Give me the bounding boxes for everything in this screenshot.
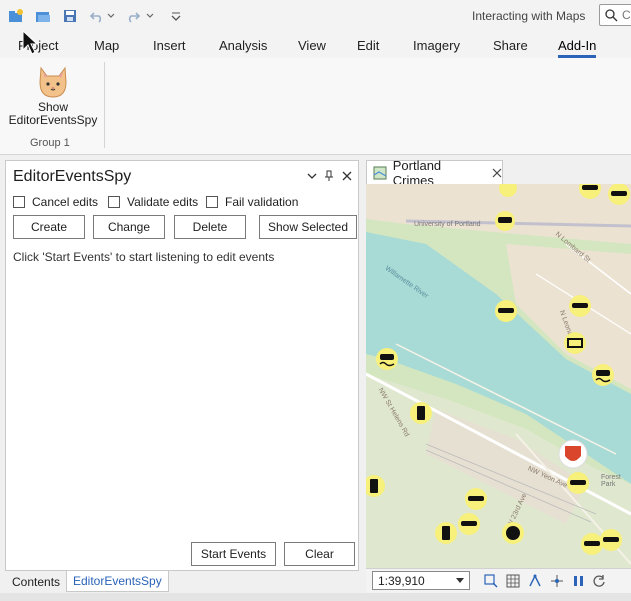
- checkbox-label: Validate edits: [127, 195, 199, 209]
- checkbox-label: Cancel edits: [32, 195, 99, 209]
- refresh-icon[interactable]: [591, 573, 607, 589]
- group-divider: [104, 62, 105, 148]
- bus-symbol[interactable]: [495, 211, 515, 231]
- burglary-symbol[interactable]: [465, 488, 487, 510]
- mouse-cursor-icon: [22, 30, 38, 55]
- map-icon: [373, 166, 387, 179]
- assault-symbol[interactable]: [502, 522, 524, 544]
- redo-dropdown-icon[interactable]: [145, 6, 155, 26]
- command-search-input[interactable]: C: [599, 4, 631, 26]
- burglary-symbol[interactable]: [581, 533, 603, 555]
- change-button[interactable]: Change: [93, 215, 165, 239]
- drug-symbol[interactable]: [410, 402, 432, 424]
- pane-title: EditorEventsSpy: [13, 168, 132, 185]
- command-search-placeholder: C: [622, 8, 631, 22]
- command-search-icon: [605, 9, 618, 22]
- tab-map[interactable]: Map: [94, 38, 119, 53]
- status-strip: [0, 593, 631, 601]
- crime-symbols-layer: [366, 184, 630, 555]
- app-title: Interacting with Maps: [472, 9, 586, 23]
- tab-add-in[interactable]: Add-In: [558, 38, 597, 58]
- redo-icon[interactable]: [123, 6, 143, 26]
- map-tab-bar: Portland Crimes: [366, 158, 631, 188]
- tab-contents[interactable]: Contents: [6, 571, 66, 592]
- show-selected-button[interactable]: Show Selected: [259, 215, 357, 239]
- fail-validation-checkbox[interactable]: Fail validation: [206, 195, 298, 209]
- burglary-symbol[interactable]: [458, 513, 480, 535]
- customize-qat-icon[interactable]: [166, 6, 186, 26]
- burglary-symbol[interactable]: [579, 184, 601, 199]
- money-symbol[interactable]: [564, 332, 586, 354]
- quick-access-toolbar: Interacting with Maps C: [0, 0, 631, 32]
- new-project-icon[interactable]: [6, 6, 26, 26]
- validate-edits-checkbox[interactable]: Validate edits: [108, 195, 198, 209]
- burglary-symbol[interactable]: [567, 472, 589, 494]
- tab-share[interactable]: Share: [493, 38, 528, 53]
- checkbox-box[interactable]: [13, 196, 25, 208]
- burglary-symbol[interactable]: [569, 295, 591, 317]
- ribbon: Show EditorEventsSpy Group 1: [0, 58, 631, 155]
- show-button-label-line2: EditorEventsSpy: [8, 113, 98, 127]
- undo-icon[interactable]: [87, 6, 107, 26]
- tab-editoreventsspy[interactable]: EditorEventsSpy: [66, 571, 169, 592]
- grid-icon[interactable]: [505, 573, 521, 589]
- save-project-icon[interactable]: [60, 6, 80, 26]
- snapping-icon[interactable]: [527, 573, 543, 589]
- map-tab-title: Portland Crimes: [392, 157, 442, 188]
- tab-insert[interactable]: Insert: [153, 38, 186, 53]
- checkbox-box[interactable]: [108, 196, 120, 208]
- burglary-symbol[interactable]: [499, 184, 517, 197]
- arson-symbol[interactable]: [558, 439, 588, 469]
- map-status-bar: 1:39,910: [366, 568, 631, 593]
- scale-selector[interactable]: 1:39,910: [372, 571, 470, 590]
- open-project-icon[interactable]: [33, 6, 53, 26]
- pause-drawing-icon[interactable]: [571, 573, 587, 589]
- chevron-down-icon: [456, 578, 464, 583]
- map-view-tab[interactable]: Portland Crimes: [366, 158, 503, 188]
- show-editoreventsspy-button[interactable]: Show EditorEventsSpy: [6, 62, 100, 132]
- dock-tabs: Contents EditorEventsSpy: [0, 571, 366, 593]
- pin-icon[interactable]: [322, 169, 336, 183]
- checkbox-label: Fail validation: [225, 195, 299, 209]
- close-pane-icon[interactable]: [340, 169, 354, 183]
- ribbon-tabs: Project Map Insert Analysis View Edit Im…: [0, 32, 631, 58]
- tab-imagery[interactable]: Imagery: [413, 38, 460, 53]
- burglary-symbol[interactable]: [600, 529, 622, 551]
- delete-button[interactable]: Delete: [174, 215, 246, 239]
- cat-icon: [39, 66, 67, 98]
- create-button[interactable]: Create: [13, 215, 85, 239]
- tab-edit[interactable]: Edit: [357, 38, 379, 53]
- group-label: Group 1: [30, 137, 70, 149]
- car-crash-symbol[interactable]: [592, 364, 614, 386]
- checkbox-box[interactable]: [206, 196, 218, 208]
- pane-options-icon[interactable]: [305, 169, 319, 183]
- clear-button[interactable]: Clear: [284, 542, 355, 566]
- event-log-hint: Click 'Start Events' to start listening …: [13, 250, 275, 264]
- start-events-button[interactable]: Start Events: [191, 542, 276, 566]
- tab-view[interactable]: View: [298, 38, 326, 53]
- zoom-full-extent-icon[interactable]: [483, 573, 499, 589]
- burglary-symbol[interactable]: [608, 184, 630, 205]
- undo-dropdown-icon[interactable]: [106, 6, 116, 26]
- cancel-edits-checkbox[interactable]: Cancel edits: [13, 195, 98, 209]
- drug-symbol[interactable]: [366, 475, 385, 497]
- burglary-symbol[interactable]: [495, 300, 517, 322]
- constraints-icon[interactable]: [549, 573, 565, 589]
- close-map-tab-icon[interactable]: [492, 168, 502, 178]
- car-crash-symbol[interactable]: [376, 348, 398, 370]
- map-view[interactable]: University of Portland Willamette River …: [366, 184, 631, 568]
- scale-value: 1:39,910: [378, 573, 425, 588]
- drug-symbol[interactable]: [435, 522, 457, 544]
- tab-analysis[interactable]: Analysis: [219, 38, 267, 53]
- editoreventsspy-pane: EditorEventsSpy Cancel edits Validate ed…: [5, 160, 359, 571]
